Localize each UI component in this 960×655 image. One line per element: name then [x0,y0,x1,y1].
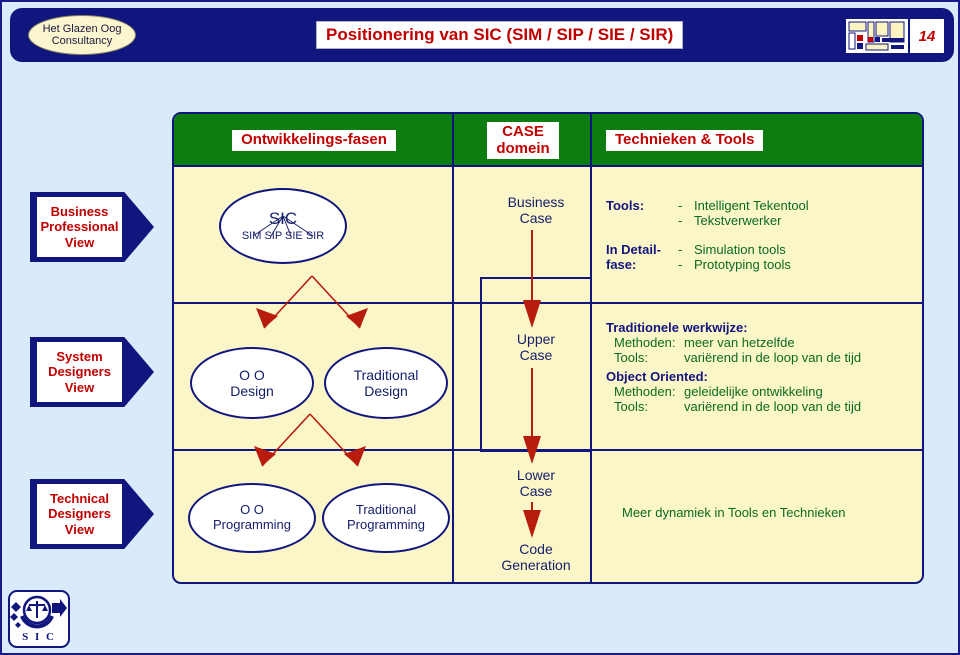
row-value: variërend in de loop van de tijd [684,399,862,414]
view-line-1: System [56,349,103,364]
tools-item: Tekstverwerker [694,213,782,228]
approach-comparison-block: Traditionele werkwijze: Methoden: meer v… [606,320,926,414]
row-label: Methoden: [614,384,676,399]
case-line-2: Generation [501,557,571,574]
ellipse-line-2: Design [364,383,408,399]
oo-row: Tools: variërend in de loop van de tijd [606,399,926,414]
case-arrow-upper-to-lower-icon [523,368,541,464]
view-label-text: System Designers View [37,342,122,402]
row-label: Methoden: [614,335,676,350]
tools-row: Tools: - Intelligent Tekentool [606,198,918,213]
tools-label: Tools: [606,198,645,213]
case-line-1: Business [507,194,565,210]
view-label-technical-designers: Technical Designers View [30,479,154,549]
row-value: geleidelijke ontwikkeling [684,384,823,399]
detail-label-line-2: fase: [606,257,637,272]
case-code-generation: Code Generation [476,541,596,573]
view-label-text: Business Professional View [37,197,122,257]
case-line-1: Lower [516,467,556,483]
ellipse-line-1: O O [239,366,265,383]
case-arrow-lower-to-code-icon [523,502,541,538]
ellipse-oo-design: O O Design [190,347,314,419]
branch-arrows-programming-icon [254,413,366,467]
traditional-row: Methoden: meer van hetzelfde [606,335,926,350]
traditional-row: Tools: variërend in de loop van de tijd [606,350,926,365]
view-line-1: Technical [49,491,109,506]
tools-row: - Tekstverwerker [606,213,918,228]
case-line-2: Case [519,347,553,364]
slide-header: Het Glazen Oog Consultancy Positionering… [10,8,954,62]
column-header-label: Ontwikkelings-fasen [232,130,396,151]
oo-heading: Object Oriented: [606,369,708,384]
view-line-1: Business [50,204,109,219]
case-lower-case: Lower Case [476,467,596,499]
bullet-dash: - [678,213,683,228]
column-header-line-2: domein [496,139,550,157]
case-line-2: Case [519,483,553,500]
detail-item: Prototyping tools [694,257,791,272]
row-label: Tools: [614,399,648,414]
bullet-dash: - [678,257,683,272]
column-divider-1 [452,114,454,582]
traditional-heading: Traditionele werkwijze: [606,320,748,335]
case-line-1: Upper [516,331,556,347]
bullet-dash: - [678,198,683,213]
slide-thumbnail-icon [845,18,909,54]
case-upper-case: Upper Case [476,331,596,363]
ellipse-traditional-design: Traditional Design [324,347,448,419]
ellipse-line-1: O O [240,502,264,518]
sic-fan-lines-icon [252,215,314,237]
page-number: 14 [909,18,945,54]
case-line-2: Case [519,210,553,227]
view-line-3: View [64,234,95,250]
ellipse-oo-programming: O O Programming [188,483,316,553]
case-line-1: Code [519,541,553,557]
footer-sic-logo: S I C [8,590,70,648]
ellipse-line-1: Traditional [353,366,419,383]
column-header-technieken-tools: Technieken & Tools [592,114,926,167]
row-value: variërend in de loop van de tijd [684,350,862,365]
ellipse-line-2: Programming [346,517,426,532]
case-business-case: Business Case [476,194,596,226]
view-line-2: Professional [40,219,119,235]
detail-row: In Detail- - Simulation tools [606,242,918,257]
brand-line-1: Het Glazen Oog [42,22,122,35]
column-header-line-1: CASE [502,122,544,140]
column-header-ontwikkelingsfasen: Ontwikkelings-fasen [174,114,454,167]
ellipse-line-2: Design [230,383,274,399]
page-title: Positionering van SIC (SIM / SIP / SIE /… [316,21,684,49]
view-label-business-professional: Business Professional View [30,192,154,262]
ellipse-line-2: Programming [212,517,292,532]
view-label-system-designers: System Designers View [30,337,154,407]
row-value: meer van hetzelfde [684,335,795,350]
view-label-text: Technical Designers View [37,484,122,544]
column-header-label: CASE domein [487,121,559,160]
view-line-3: View [64,521,95,537]
scales-arrow-icon [10,595,67,629]
tools-list-block: Tools: - Intelligent Tekentool - Tekstve… [606,198,918,272]
detail-label-line-1: In Detail- [606,242,661,257]
detail-row: fase: - Prototyping tools [606,257,918,272]
detail-item: Simulation tools [694,242,786,257]
brand-line-2: Consultancy [51,35,113,47]
oo-row: Methoden: geleidelijke ontwikkeling [606,384,926,399]
view-line-3: View [64,379,95,395]
column-header-case-domein: CASE domein [454,114,592,167]
tools-item: Intelligent Tekentool [694,198,809,213]
case-arrow-business-to-upper-icon [523,230,541,328]
footer-logo-text: S I C [22,631,56,643]
dynamics-note: Meer dynamiek in Tools en Technieken [622,505,846,520]
column-header-label: Technieken & Tools [606,130,764,151]
slide-canvas: Het Glazen Oog Consultancy Positionering… [0,0,960,655]
view-line-2: Designers [48,364,111,380]
branch-arrows-design-icon [256,275,368,329]
row-label: Tools: [614,350,648,365]
ellipse-traditional-programming: Traditional Programming [322,483,450,553]
brand-logo: Het Glazen Oog Consultancy [28,15,136,55]
bullet-dash: - [678,242,683,257]
ellipse-line-1: Traditional [355,502,417,518]
view-line-2: Designers [48,506,111,522]
